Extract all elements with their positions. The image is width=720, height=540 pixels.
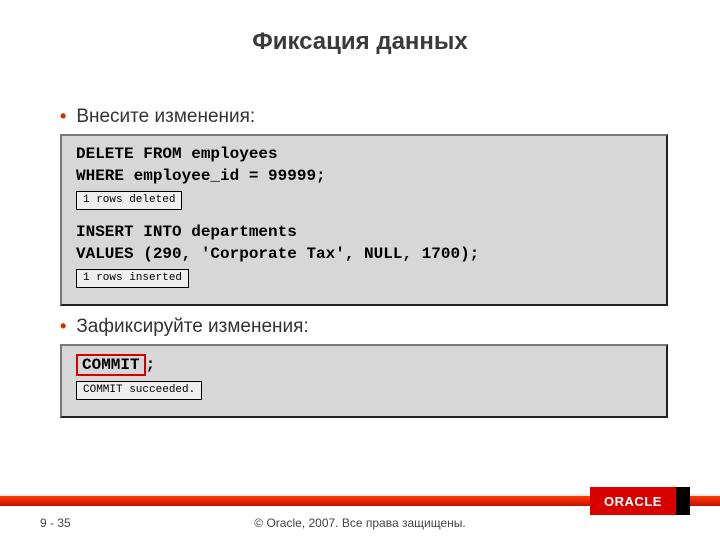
- page-title: Фиксация данных: [0, 0, 720, 76]
- code-line: DELETE FROM employees: [76, 144, 652, 166]
- result-badge: 1 rows inserted: [76, 269, 189, 288]
- logo-text: ORACLE: [590, 487, 676, 515]
- code-line-commit: COMMIT;: [76, 354, 652, 377]
- logo-accent: [676, 487, 690, 515]
- bullet-dot-icon: •: [60, 317, 66, 335]
- code-line: INSERT INTO departments: [76, 222, 652, 244]
- bullet-dot-icon: •: [60, 107, 66, 125]
- code-line: WHERE employee_id = 99999;: [76, 166, 652, 188]
- copyright-text: © Oracle, 2007. Все права защищены.: [0, 516, 720, 530]
- bullet-text: Внесите изменения:: [76, 106, 255, 128]
- result-badge: 1 rows deleted: [76, 191, 182, 210]
- bullet-make-changes: • Внесите изменения:: [60, 106, 668, 128]
- highlighted-keyword: COMMIT: [76, 354, 146, 376]
- code-line: VALUES (290, 'Corporate Tax', NULL, 1700…: [76, 244, 652, 266]
- code-text: ;: [146, 356, 156, 374]
- slide: Фиксация данных • Внесите изменения: DEL…: [0, 0, 720, 540]
- bullet-text: Зафиксируйте изменения:: [76, 316, 308, 338]
- bullet-commit-changes: • Зафиксируйте изменения:: [60, 316, 668, 338]
- oracle-logo: ORACLE: [590, 487, 690, 515]
- content-area: • Внесите изменения: DELETE FROM employe…: [0, 76, 720, 418]
- result-badge: COMMIT succeeded.: [76, 381, 202, 400]
- code-box-1: DELETE FROM employees WHERE employee_id …: [60, 134, 668, 306]
- code-box-2: COMMIT; COMMIT succeeded.: [60, 344, 668, 417]
